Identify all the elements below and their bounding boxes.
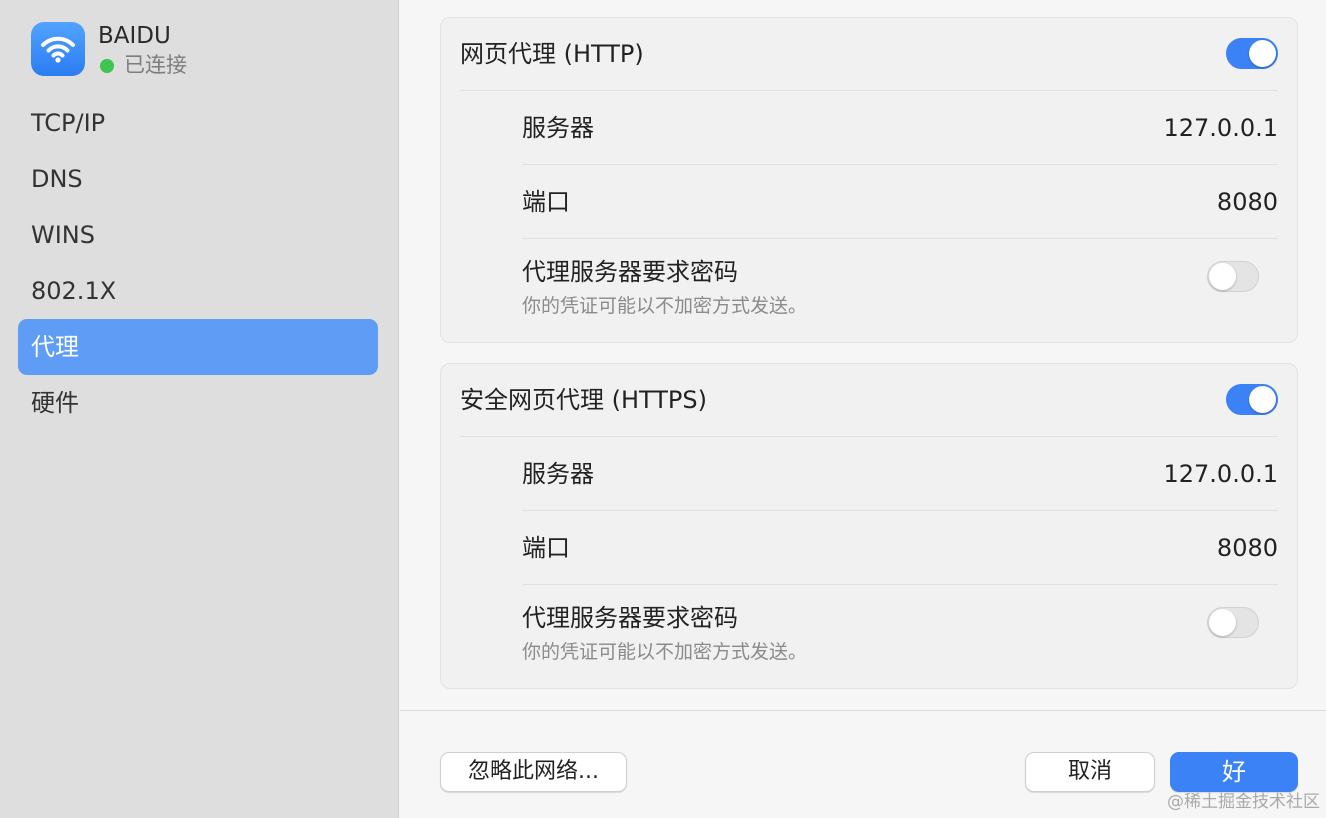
- sidebar-item-proxy[interactable]: 代理: [18, 319, 378, 375]
- sidebar-nav: TCP/IP DNS WINS 802.1X 代理 硬件: [18, 95, 378, 431]
- sidebar-item-8021x[interactable]: 802.1X: [18, 263, 378, 319]
- http-server-value[interactable]: 127.0.0.1: [1163, 91, 1278, 165]
- forget-network-button[interactable]: 忽略此网络...: [440, 752, 627, 792]
- http-proxy-header: 网页代理 (HTTP): [441, 18, 1297, 90]
- https-port-label: 端口: [522, 534, 570, 562]
- https-proxy-group: 安全网页代理 (HTTPS) 服务器 127.0.0.1 端口 8080 代理服…: [440, 363, 1298, 689]
- network-header: BAIDU 已连接: [31, 21, 371, 77]
- https-password-note: 你的凭证可能以不加密方式发送。: [522, 641, 808, 663]
- wifi-icon: [31, 22, 85, 76]
- http-port-value[interactable]: 8080: [1217, 165, 1278, 239]
- https-password-row: 代理服务器要求密码 你的凭证可能以不加密方式发送。: [522, 585, 1278, 669]
- watermark: @稀土掘金技术社区: [1167, 792, 1320, 812]
- https-proxy-title: 安全网页代理 (HTTPS): [460, 386, 708, 414]
- network-status-label: 已连接: [124, 53, 187, 77]
- https-proxy-toggle[interactable]: [1226, 384, 1278, 415]
- https-port-row: 端口 8080: [522, 511, 1278, 585]
- sidebar-item-dns[interactable]: DNS: [18, 151, 378, 207]
- https-server-label: 服务器: [522, 460, 594, 488]
- https-server-value[interactable]: 127.0.0.1: [1163, 437, 1278, 511]
- sidebar-item-hardware[interactable]: 硬件: [18, 375, 378, 431]
- http-server-label: 服务器: [522, 114, 594, 142]
- http-password-row: 代理服务器要求密码 你的凭证可能以不加密方式发送。: [522, 239, 1278, 323]
- https-proxy-header: 安全网页代理 (HTTPS): [441, 364, 1297, 436]
- http-password-toggle[interactable]: [1207, 261, 1259, 292]
- http-port-row: 端口 8080: [522, 165, 1278, 239]
- https-server-row: 服务器 127.0.0.1: [522, 437, 1278, 511]
- sidebar-item-wins[interactable]: WINS: [18, 207, 378, 263]
- http-password-note: 你的凭证可能以不加密方式发送。: [522, 295, 808, 317]
- http-password-label: 代理服务器要求密码: [522, 258, 738, 286]
- footer-divider: [400, 710, 1326, 711]
- http-proxy-toggle[interactable]: [1226, 38, 1278, 69]
- http-server-row: 服务器 127.0.0.1: [522, 91, 1278, 165]
- connected-dot-icon: [100, 59, 114, 73]
- main-panel: 网页代理 (HTTP) 服务器 127.0.0.1 端口 8080 代理服务器要…: [400, 0, 1326, 818]
- network-name: BAIDU: [98, 23, 171, 49]
- network-status: 已连接: [100, 52, 187, 78]
- cancel-button[interactable]: 取消: [1025, 752, 1155, 792]
- https-password-toggle[interactable]: [1207, 607, 1259, 638]
- http-proxy-group: 网页代理 (HTTP) 服务器 127.0.0.1 端口 8080 代理服务器要…: [440, 17, 1298, 343]
- sidebar-item-tcpip[interactable]: TCP/IP: [18, 95, 378, 151]
- http-proxy-title: 网页代理 (HTTP): [460, 40, 644, 68]
- ok-button[interactable]: 好: [1170, 752, 1298, 792]
- https-password-label: 代理服务器要求密码: [522, 604, 738, 632]
- sidebar: BAIDU 已连接 TCP/IP DNS WINS 802.1X 代理 硬件: [0, 0, 399, 818]
- https-port-value[interactable]: 8080: [1217, 511, 1278, 585]
- http-port-label: 端口: [522, 188, 570, 216]
